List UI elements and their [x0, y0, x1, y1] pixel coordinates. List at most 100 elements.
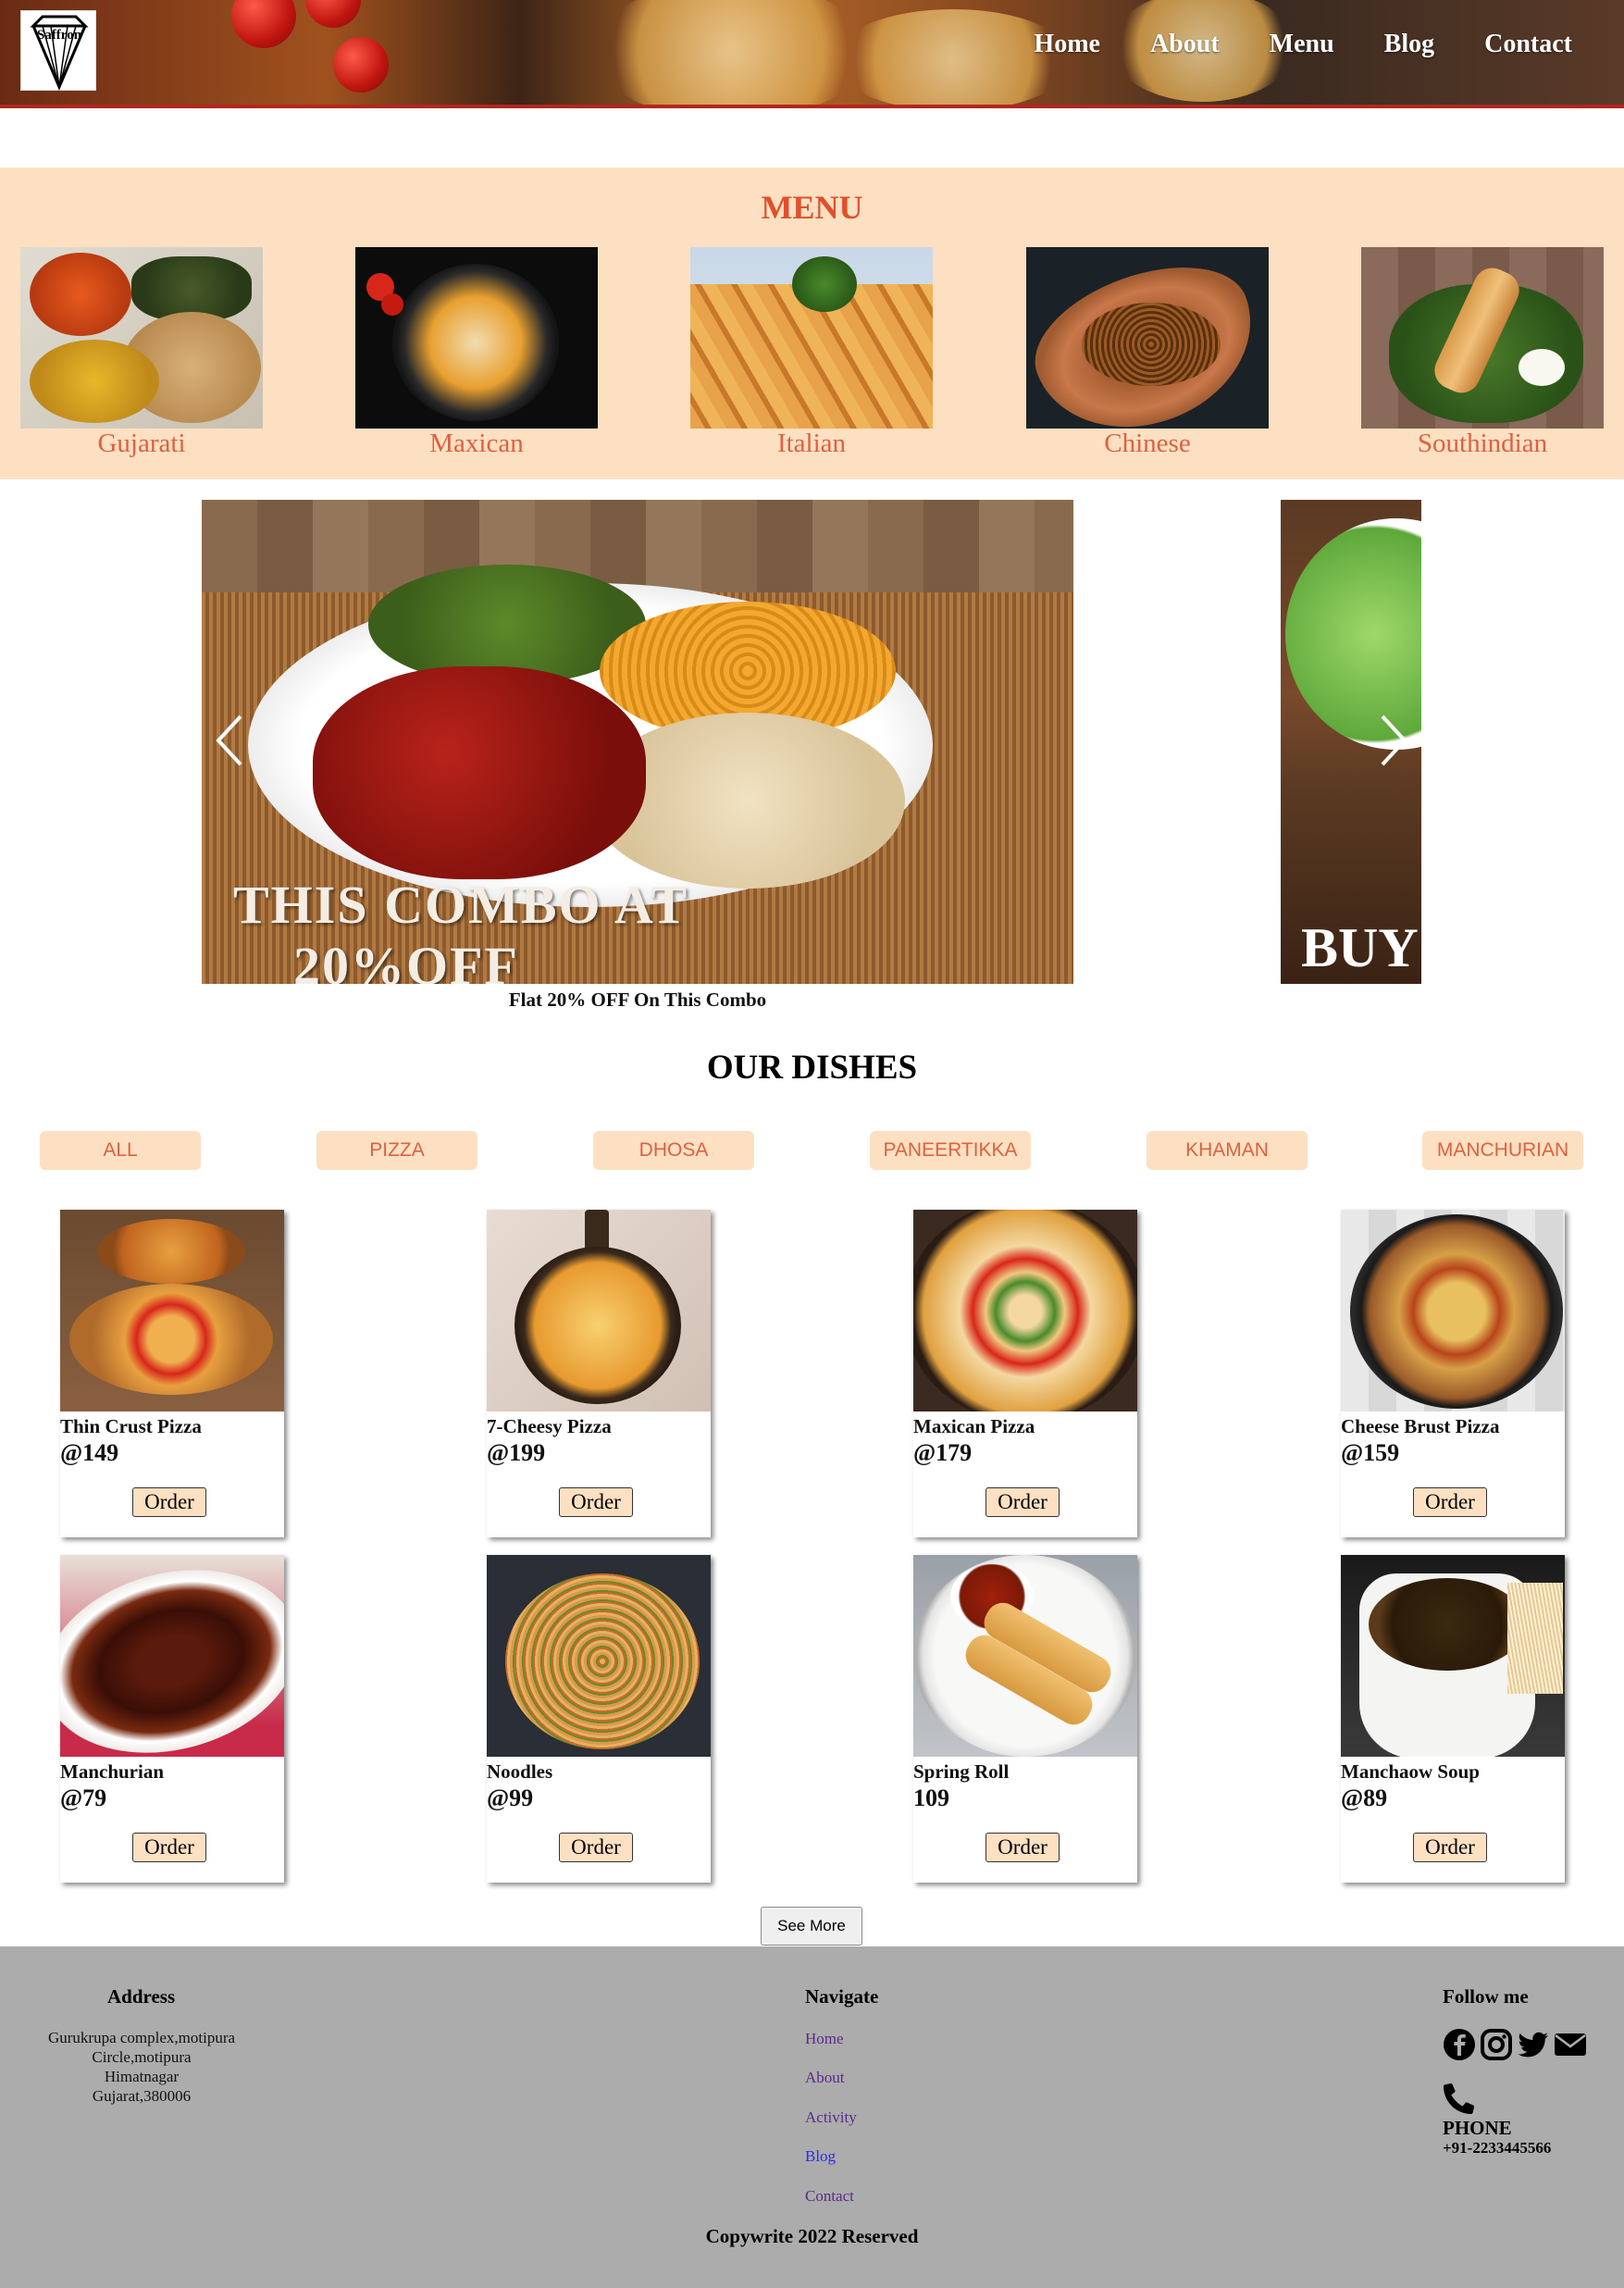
filter-dhosa[interactable]: DHOSA — [593, 1131, 754, 1170]
slide-caption: THIS COMBO AT 20%OFF — [233, 875, 688, 984]
category-gujarati[interactable]: Gujarati — [20, 247, 263, 458]
nav-home[interactable]: Home — [1034, 30, 1100, 59]
header-bg-tomato — [333, 37, 389, 93]
dish-image — [913, 1555, 1137, 1757]
order-button[interactable]: Order — [132, 1833, 206, 1862]
category-image — [20, 247, 263, 429]
footer-link-activity[interactable]: Activity — [805, 2108, 857, 2127]
dish-price: @89 — [1341, 1784, 1388, 1811]
category-image — [1026, 247, 1269, 429]
filter-paneertikka[interactable]: PANEERTIKKA — [870, 1131, 1031, 1170]
copyright: Copywrite 2022 Reserved — [705, 2225, 919, 2247]
address-line: Gurukrupa complex,motipura — [47, 2029, 236, 2046]
dish-name: Cheese Brust Pizza — [1341, 1415, 1500, 1437]
dish-image — [60, 1210, 284, 1411]
header-bg-tomato — [231, 0, 296, 48]
filter-manchurian[interactable]: MANCHURIAN — [1422, 1131, 1583, 1170]
category-chinese[interactable]: Chinese — [1026, 247, 1269, 458]
logo-text: Saffron — [37, 28, 82, 43]
order-button[interactable]: Order — [986, 1487, 1060, 1517]
nav-blog[interactable]: Blog — [1384, 30, 1434, 59]
logo[interactable]: Saffron — [20, 10, 96, 91]
phone-icon — [1443, 2082, 1476, 2115]
site-footer: Address Gurukrupa complex,motipura Circl… — [0, 1946, 1624, 2288]
category-label: Italian — [776, 429, 847, 458]
category-label: Southindian — [1417, 429, 1548, 458]
dish-name: Manchurian — [60, 1760, 165, 1783]
order-button[interactable]: Order — [132, 1487, 206, 1517]
header-bg-cheese — [592, 0, 870, 105]
category-maxican[interactable]: Maxican — [355, 247, 598, 458]
dish-price: @179 — [913, 1439, 973, 1466]
footer-link-home[interactable]: Home — [805, 2030, 844, 2048]
dish-card: Maxican Pizza @179 Order — [913, 1210, 1137, 1537]
dish-image — [913, 1210, 1137, 1411]
dish-name: Noodles — [487, 1760, 553, 1783]
address-line: Himatnagar — [104, 2068, 180, 2085]
dish-card: Thin Crust Pizza @149 Order — [60, 1210, 284, 1537]
order-button[interactable]: Order — [986, 1833, 1060, 1862]
site-header: Saffron Home About Menu Blog Contact — [0, 0, 1624, 108]
menu-title: MENU — [761, 189, 863, 226]
nav-menu[interactable]: Menu — [1270, 30, 1334, 59]
chevron-left-icon[interactable] — [213, 713, 244, 778]
footer-link-contact[interactable]: Contact — [805, 2187, 854, 2206]
dish-price: @199 — [487, 1439, 546, 1466]
mail-icon[interactable] — [1554, 2028, 1587, 2061]
facebook-icon[interactable] — [1443, 2028, 1476, 2061]
dish-name: Spring Roll — [913, 1760, 1010, 1783]
twitter-icon[interactable] — [1517, 2028, 1550, 2061]
category-label: Chinese — [1104, 429, 1191, 458]
dish-name: Thin Crust Pizza — [60, 1415, 202, 1437]
order-button[interactable]: Order — [559, 1487, 633, 1517]
address-line: Circle,motipura — [92, 2048, 192, 2066]
dish-image — [487, 1555, 711, 1757]
dish-name: 7-Cheesy Pizza — [487, 1415, 612, 1437]
dish-price: @99 — [487, 1784, 534, 1811]
footer-link-blog[interactable]: Blog — [805, 2147, 836, 2166]
dish-card: Manchaow Soup @89 Order — [1341, 1555, 1565, 1883]
main-nav: Home About Menu Blog Contact — [984, 30, 1572, 59]
nav-contact[interactable]: Contact — [1484, 30, 1572, 59]
dish-card: Manchurian @79 Order — [60, 1555, 284, 1883]
filter-all[interactable]: ALL — [40, 1131, 201, 1170]
dish-price: @159 — [1341, 1439, 1400, 1466]
order-button[interactable]: Order — [1413, 1833, 1487, 1862]
dish-image — [1341, 1555, 1565, 1757]
phone-number: +91-2233445566 — [1443, 2139, 1552, 2157]
slide-next-text: BUY — [1301, 917, 1419, 978]
carousel-slide-active[interactable]: THIS COMBO AT 20%OFF — [202, 500, 1073, 984]
address-block: Gurukrupa complex,motipura Circle,motipu… — [31, 2028, 253, 2106]
dishes-title: OUR DISHES — [706, 1049, 918, 1087]
slide-manchurian — [313, 666, 646, 879]
social-links — [1443, 2028, 1587, 2061]
dish-image — [1341, 1210, 1565, 1411]
footer-link-about[interactable]: About — [805, 2069, 845, 2087]
category-label: Maxican — [429, 429, 524, 458]
category-southindian[interactable]: Southindian — [1361, 247, 1604, 458]
category-image — [1361, 247, 1604, 429]
chevron-right-icon[interactable] — [1379, 713, 1410, 778]
filter-pizza[interactable]: PIZZA — [316, 1131, 477, 1170]
offers-carousel: THIS COMBO AT 20%OFF BUY Flat 20% OFF On… — [202, 500, 1421, 1011]
dish-name: Manchaow Soup — [1341, 1760, 1480, 1783]
dish-card: Cheese Brust Pizza @159 Order — [1341, 1210, 1565, 1537]
nav-about[interactable]: About — [1150, 30, 1220, 59]
dish-image — [60, 1555, 284, 1757]
see-more-button[interactable]: See More — [761, 1907, 862, 1946]
navigate-title: Navigate — [805, 1985, 879, 2008]
dish-image — [487, 1210, 711, 1411]
dish-card: Spring Roll 109 Order — [913, 1555, 1137, 1883]
order-button[interactable]: Order — [559, 1833, 633, 1862]
dish-price: @149 — [60, 1439, 119, 1466]
instagram-icon[interactable] — [1480, 2028, 1513, 2061]
dish-price: 109 — [913, 1784, 949, 1811]
address-title: Address — [107, 1985, 176, 2008]
category-italian[interactable]: Italian — [690, 247, 933, 458]
order-button[interactable]: Order — [1413, 1487, 1487, 1517]
follow-title: Follow me — [1443, 1985, 1529, 2008]
dish-filters: ALL PIZZA DHOSA PANEERTIKKA KHAMAN MANCH… — [40, 1131, 1585, 1170]
filter-khaman[interactable]: KHAMAN — [1147, 1131, 1308, 1170]
slide-caption-line2: 20%OFF — [293, 936, 519, 984]
slide-caption-line1: THIS COMBO AT — [233, 875, 689, 935]
